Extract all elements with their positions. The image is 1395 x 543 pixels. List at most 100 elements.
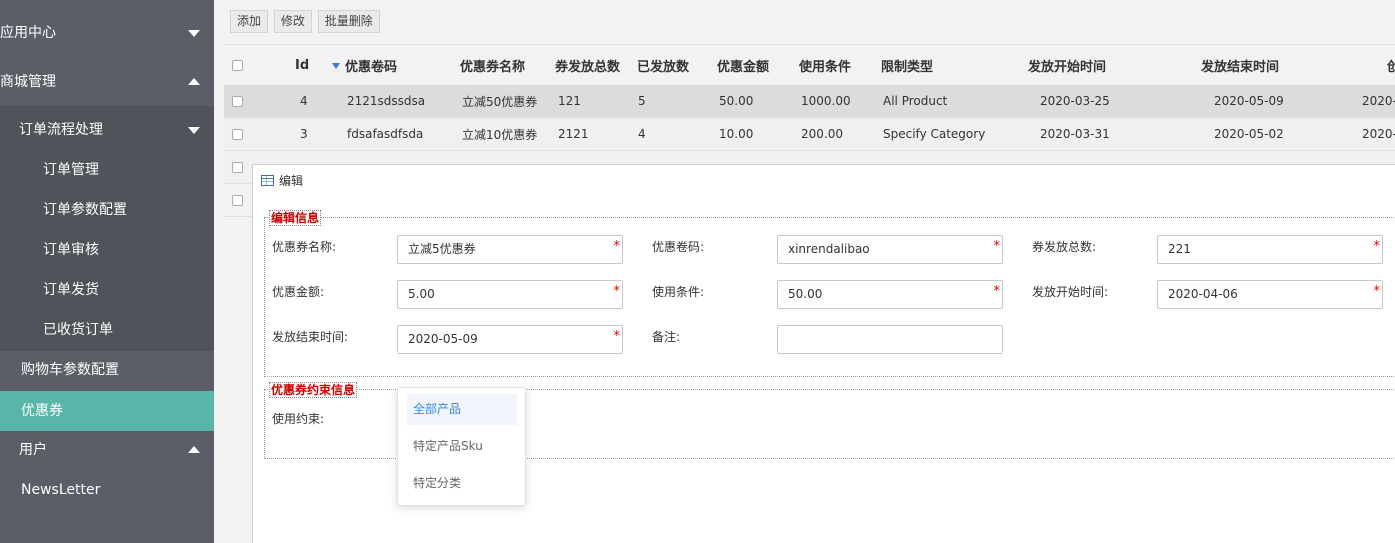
option-specific-category[interactable]: 特定分类 (407, 468, 517, 499)
column-header-name[interactable]: 优惠券名称 (460, 45, 525, 86)
table-row[interactable]: 4 2121sdssdsa 立减50优惠券 121 5 50.00 1000.0… (224, 85, 1395, 118)
column-header-issued[interactable]: 已发放数 (637, 45, 689, 86)
cell-id: 3 (300, 127, 308, 141)
sidebar-item-label: 商城管理 (0, 74, 56, 90)
required-mark: * (1373, 239, 1381, 254)
cell-code: 2121sdssdsa (347, 94, 426, 108)
dialog-title-text: 编辑 (279, 174, 304, 188)
sidebar-item-order-params[interactable]: 订单参数配置 (0, 190, 214, 230)
sidebar-item-order-review[interactable]: 订单审核 (0, 230, 214, 270)
table-row[interactable]: 3 fdsafasdfsda 立减10优惠券 2121 4 10.00 200.… (224, 118, 1395, 151)
required-mark: * (613, 329, 621, 344)
cell-start: 2020-03-25 (1040, 94, 1110, 108)
dialog-title: 编辑 (261, 172, 303, 189)
sidebar-item-received-orders[interactable]: 已收货订单 (0, 310, 214, 350)
coupon-code-label: 优惠卷码: (652, 240, 705, 254)
constraint-label: 使用约束: (272, 412, 325, 426)
cell-created: 2020-0 (1362, 127, 1395, 141)
required-mark: * (1373, 284, 1381, 299)
cell-total: 2121 (558, 127, 589, 141)
input-value: 2020-05-09 (408, 332, 478, 346)
cell-code: fdsafasdfsda (347, 127, 424, 141)
cell-total: 121 (558, 94, 581, 108)
cell-issued: 4 (638, 127, 646, 141)
cell-name: 立减10优惠券 (462, 127, 538, 142)
select-all-checkbox[interactable] (232, 45, 243, 86)
column-header-code[interactable]: 优惠卷码 (332, 45, 397, 86)
add-button[interactable]: 添加 (230, 10, 269, 33)
column-header-end[interactable]: 发放结束时间 (1201, 45, 1279, 86)
sidebar-item-label: 用户 (19, 442, 47, 458)
section-title: 优惠券约束信息 (269, 382, 358, 398)
column-header-condition[interactable]: 使用条件 (799, 45, 851, 86)
sidebar-item-mall-management[interactable]: 商城管理 (0, 62, 214, 102)
row-checkbox[interactable] (232, 85, 243, 117)
column-header-limit-type[interactable]: 限制类型 (881, 45, 933, 86)
sidebar: 应用中心 商城管理 订单流程处理 订单管理 订单参数配置 订单审核 订单发货 已… (0, 0, 214, 543)
option-all-products[interactable]: 全部产品 (407, 394, 517, 425)
sidebar-item-coupons[interactable]: 优惠券 (0, 391, 214, 431)
sidebar-item-users[interactable]: 用户 (0, 430, 214, 470)
sidebar-item-label: 优惠券 (21, 403, 63, 419)
column-header-id[interactable]: Id (295, 45, 309, 86)
required-mark: * (613, 284, 621, 299)
row-checkbox[interactable] (232, 118, 243, 150)
total-input[interactable]: 221 * (1157, 235, 1383, 264)
sort-desc-icon (332, 62, 340, 69)
cell-created: 2020-0 (1362, 94, 1395, 108)
start-date-input[interactable]: 2020-04-06 * (1157, 280, 1383, 309)
sidebar-item-app-center[interactable]: 应用中心 (0, 13, 214, 53)
chevron-down-icon (188, 30, 200, 37)
column-header-created[interactable]: 创 (1387, 45, 1395, 86)
coupon-name-input[interactable]: 立减5优惠券 * (397, 235, 623, 264)
cell-condition: 200.00 (801, 127, 843, 141)
input-value: 2020-04-06 (1168, 287, 1238, 301)
sidebar-item-label: NewsLetter (21, 482, 101, 498)
column-header-label: 优惠卷码 (345, 60, 398, 75)
required-mark: * (613, 239, 621, 254)
column-header-amount[interactable]: 优惠金额 (717, 45, 769, 86)
constraint-select-dropdown[interactable]: 全部产品 特定产品Sku 特定分类 (397, 387, 526, 506)
cell-id: 4 (300, 94, 308, 108)
chevron-down-icon (188, 127, 200, 134)
start-date-label: 发放开始时间: (1032, 285, 1109, 299)
chevron-up-icon (188, 446, 200, 453)
cell-end: 2020-05-09 (1214, 94, 1284, 108)
cell-end: 2020-05-02 (1214, 127, 1284, 141)
chevron-up-icon (188, 78, 200, 85)
sidebar-item-label: 订单流程处理 (19, 122, 103, 138)
edit-button[interactable]: 修改 (273, 10, 312, 33)
end-date-label: 发放结束时间: (272, 330, 349, 344)
input-value: 221 (1168, 242, 1191, 256)
end-date-input[interactable]: 2020-05-09 * (397, 325, 623, 354)
cell-amount: 50.00 (719, 94, 754, 108)
column-header-start[interactable]: 发放开始时间 (1028, 45, 1106, 86)
toolbar: 添加 修改 批量删除 (230, 10, 382, 33)
column-header-total[interactable]: 券发放总数 (555, 45, 620, 86)
input-value: 立减5优惠券 (408, 242, 476, 256)
remark-label: 备注: (652, 330, 681, 344)
grid-header: Id 优惠卷码 优惠券名称 券发放总数 已发放数 优惠金额 使用条件 限制类型 … (224, 44, 1395, 86)
remark-input[interactable] (777, 325, 1003, 354)
required-mark: * (993, 284, 1001, 299)
total-label: 券发放总数: (1032, 240, 1097, 254)
batch-delete-button[interactable]: 批量删除 (317, 10, 380, 33)
sidebar-item-order-flow[interactable]: 订单流程处理 (0, 110, 214, 150)
sidebar-item-label: 购物车参数配置 (21, 362, 119, 378)
table-icon (261, 175, 274, 186)
sidebar-item-cart-params[interactable]: 购物车参数配置 (0, 350, 214, 390)
amount-input[interactable]: 5.00 * (397, 280, 623, 309)
row-checkbox[interactable] (232, 151, 243, 183)
sidebar-item-label: 应用中心 (0, 25, 56, 41)
sidebar-item-newsletter[interactable]: NewsLetter (0, 470, 214, 510)
sidebar-item-order-shipping[interactable]: 订单发货 (0, 270, 214, 310)
cell-limit-type: Specify Category (883, 127, 986, 141)
section-title: 编辑信息 (269, 210, 322, 226)
row-checkbox[interactable] (232, 184, 243, 216)
option-specific-sku[interactable]: 特定产品Sku (407, 431, 517, 462)
input-value: 5.00 (408, 287, 435, 301)
coupon-code-input[interactable]: xinrendalibao * (777, 235, 1003, 264)
condition-input[interactable]: 50.00 * (777, 280, 1003, 309)
cell-issued: 5 (638, 94, 646, 108)
sidebar-item-order-management[interactable]: 订单管理 (0, 150, 214, 190)
